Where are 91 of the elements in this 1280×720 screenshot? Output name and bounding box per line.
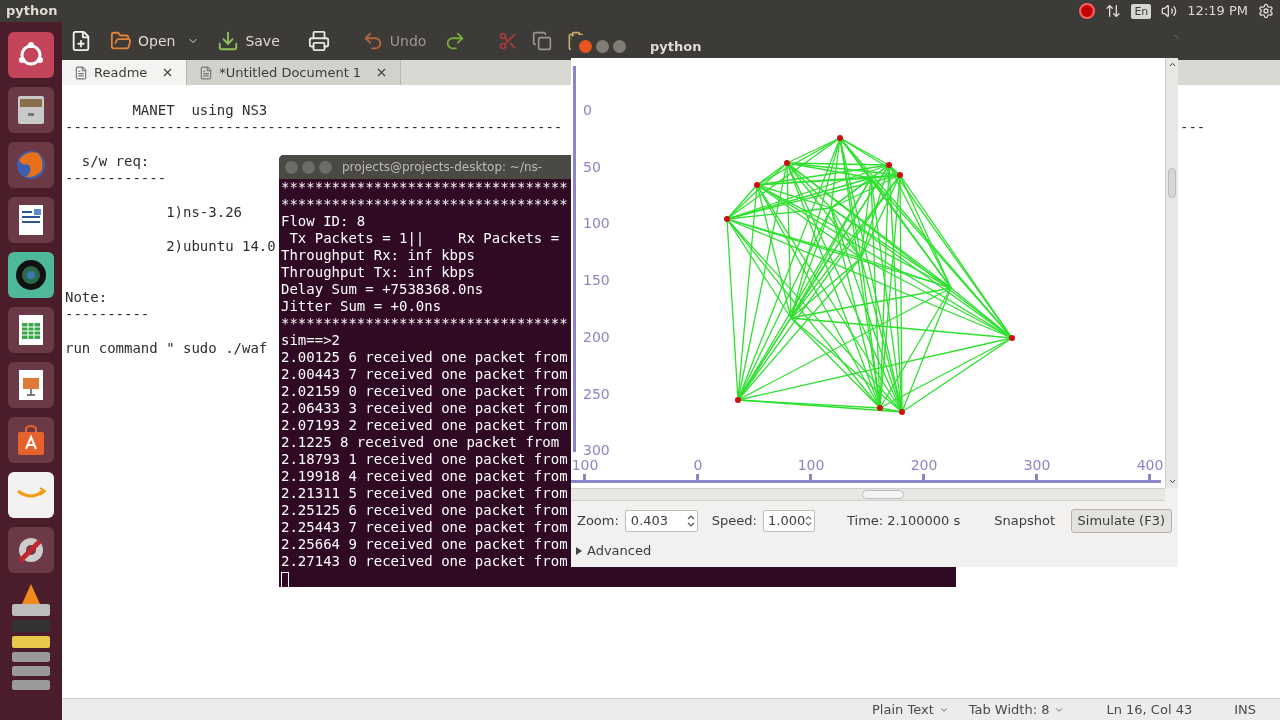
terminal-line: 2.25125 6 received one packet from <box>281 502 568 519</box>
ruler-label: 100 <box>571 457 599 473</box>
terminal-line: 2.00125 6 received one packet from <box>281 349 568 366</box>
ruler-label: 200 <box>910 457 938 473</box>
terminal-line: 2.19918 4 received one packet from <box>281 468 568 485</box>
camera-lens-icon[interactable] <box>8 252 54 298</box>
cursor-position: Ln 16, Col 43 <box>1106 700 1193 719</box>
ruler-label: 250 <box>583 385 610 402</box>
copy-icon[interactable] <box>532 31 553 51</box>
volume-icon[interactable] <box>1161 3 1178 19</box>
insert-mode: INS <box>1234 700 1256 719</box>
speed-label: Speed: <box>711 512 757 531</box>
terminal-line: 2.25443 7 received one packet from <box>281 519 568 536</box>
globe-icon[interactable] <box>8 142 54 188</box>
terminal-line: 2.06433 3 received one packet from <box>281 400 568 417</box>
tab-label: Readme <box>94 63 148 82</box>
terminal-line: 2.18793 1 received one packet from <box>281 451 568 468</box>
printer-icon[interactable] <box>307 30 330 52</box>
terminal-line: 2.1225 8 received one packet from <box>281 434 560 451</box>
terminal-line: 2.00443 7 received one packet from <box>281 366 568 383</box>
document-tab[interactable]: *Untitled Document 1 <box>187 60 402 85</box>
snapshot-link[interactable]: Snapshot <box>994 511 1056 531</box>
vertical-scrollbar[interactable] <box>1165 58 1178 488</box>
spreadsheet-icon[interactable] <box>8 307 54 353</box>
scroll-down-icon[interactable] <box>1167 477 1177 486</box>
download-icon <box>217 30 240 52</box>
terminal-line: Delay Sum = +7538368.0ns <box>281 281 484 298</box>
terminal-line: Tx Packets = 1|| Rx Packets = <box>288 230 560 247</box>
undo-button[interactable]: Undo <box>357 30 431 52</box>
scroll-up-icon[interactable] <box>1167 60 1177 69</box>
ruler-label: 200 <box>583 328 610 345</box>
ubuntu-logo-icon[interactable] <box>8 32 54 78</box>
close-button[interactable] <box>579 40 592 53</box>
ruler-label: 50 <box>583 158 601 175</box>
document-icon[interactable] <box>8 197 54 243</box>
horizontal-scrollbar[interactable] <box>571 488 1165 501</box>
window-title: python <box>6 2 58 21</box>
ruler-label: 300 <box>1023 457 1051 473</box>
ruler-label: 0 <box>583 102 592 118</box>
folder-icon <box>110 30 132 52</box>
terminal-line: Throughput Tx: inf kbps <box>281 264 475 281</box>
terminal-line: Flow ID: 8 <box>281 213 366 230</box>
tab-width-dropdown[interactable]: Tab Width: 8 <box>968 699 1065 720</box>
terminal-line: Jitter Sum = +0.0ns <box>281 298 442 315</box>
terminal-line: 2.21311 5 received one packet from <box>281 485 568 502</box>
keyboard-indicator[interactable]: En <box>1131 3 1152 19</box>
document-tab[interactable]: Readme <box>62 60 188 85</box>
terminal-line: 2.02159 0 received one packet from <box>281 383 568 400</box>
network-arrows-icon[interactable] <box>1105 3 1122 19</box>
spin-arrows-icon[interactable] <box>805 514 812 528</box>
ruler-label: 0 <box>693 457 703 473</box>
ruler-label: 100 <box>583 215 610 232</box>
window-title: projects@projects-desktop: ~/ns- <box>342 159 543 176</box>
terminal-line: ********************************** <box>281 196 568 213</box>
terminal-line: 2.25664 9 received one packet from <box>281 536 568 553</box>
clock[interactable]: 12:19 PM <box>1187 1 1248 21</box>
simulate-button[interactable]: Simulate (F3) <box>1070 509 1172 533</box>
minimize-button[interactable] <box>596 40 609 53</box>
ruler-label: 100 <box>797 457 825 473</box>
document-icon <box>74 65 88 80</box>
time-readout: Time: 2.100000 s <box>847 512 961 531</box>
open-button[interactable]: Open <box>106 30 180 52</box>
speed-field[interactable]: 1.000 <box>763 510 815 532</box>
shopping-bag-icon[interactable] <box>8 417 54 463</box>
settings-icon[interactable] <box>1258 3 1274 19</box>
presentation-icon[interactable] <box>8 362 54 408</box>
ruler-label: 400 <box>1136 457 1164 473</box>
file-cabinet-icon[interactable] <box>8 87 54 133</box>
advanced-expander[interactable]: Advanced <box>571 541 652 561</box>
ruler-label: 150 <box>583 272 610 289</box>
terminal-line: 2.27143 0 received one packet from <box>281 553 568 570</box>
terminal-line: Throughput Rx: inf kbps <box>281 247 475 264</box>
terminal-line: sim==>2 <box>281 332 340 349</box>
spin-arrows-icon[interactable] <box>686 514 695 528</box>
terminal-line: ********************************** <box>281 179 568 196</box>
record-icon[interactable] <box>1079 3 1096 19</box>
language-dropdown[interactable]: Plain Text <box>872 699 949 720</box>
zoom-field[interactable]: 0.403 <box>624 510 698 532</box>
scroll-thumb[interactable] <box>1168 168 1176 198</box>
document-icon <box>199 65 214 80</box>
scroll-thumb[interactable] <box>862 490 904 499</box>
window-title: python <box>650 37 702 56</box>
terminal-line: 2.07193 2 received one packet from <box>281 417 568 434</box>
maximize-button[interactable] <box>613 40 626 53</box>
ruler-label: 300 <box>583 442 610 459</box>
save-button[interactable]: Save <box>213 30 284 52</box>
zoom-label: Zoom: <box>577 512 619 531</box>
cursor <box>281 572 289 587</box>
new-document-icon[interactable] <box>70 30 92 52</box>
terminal-line: ********************************** <box>281 315 568 332</box>
tab-label: *Untitled Document 1 <box>219 63 362 82</box>
